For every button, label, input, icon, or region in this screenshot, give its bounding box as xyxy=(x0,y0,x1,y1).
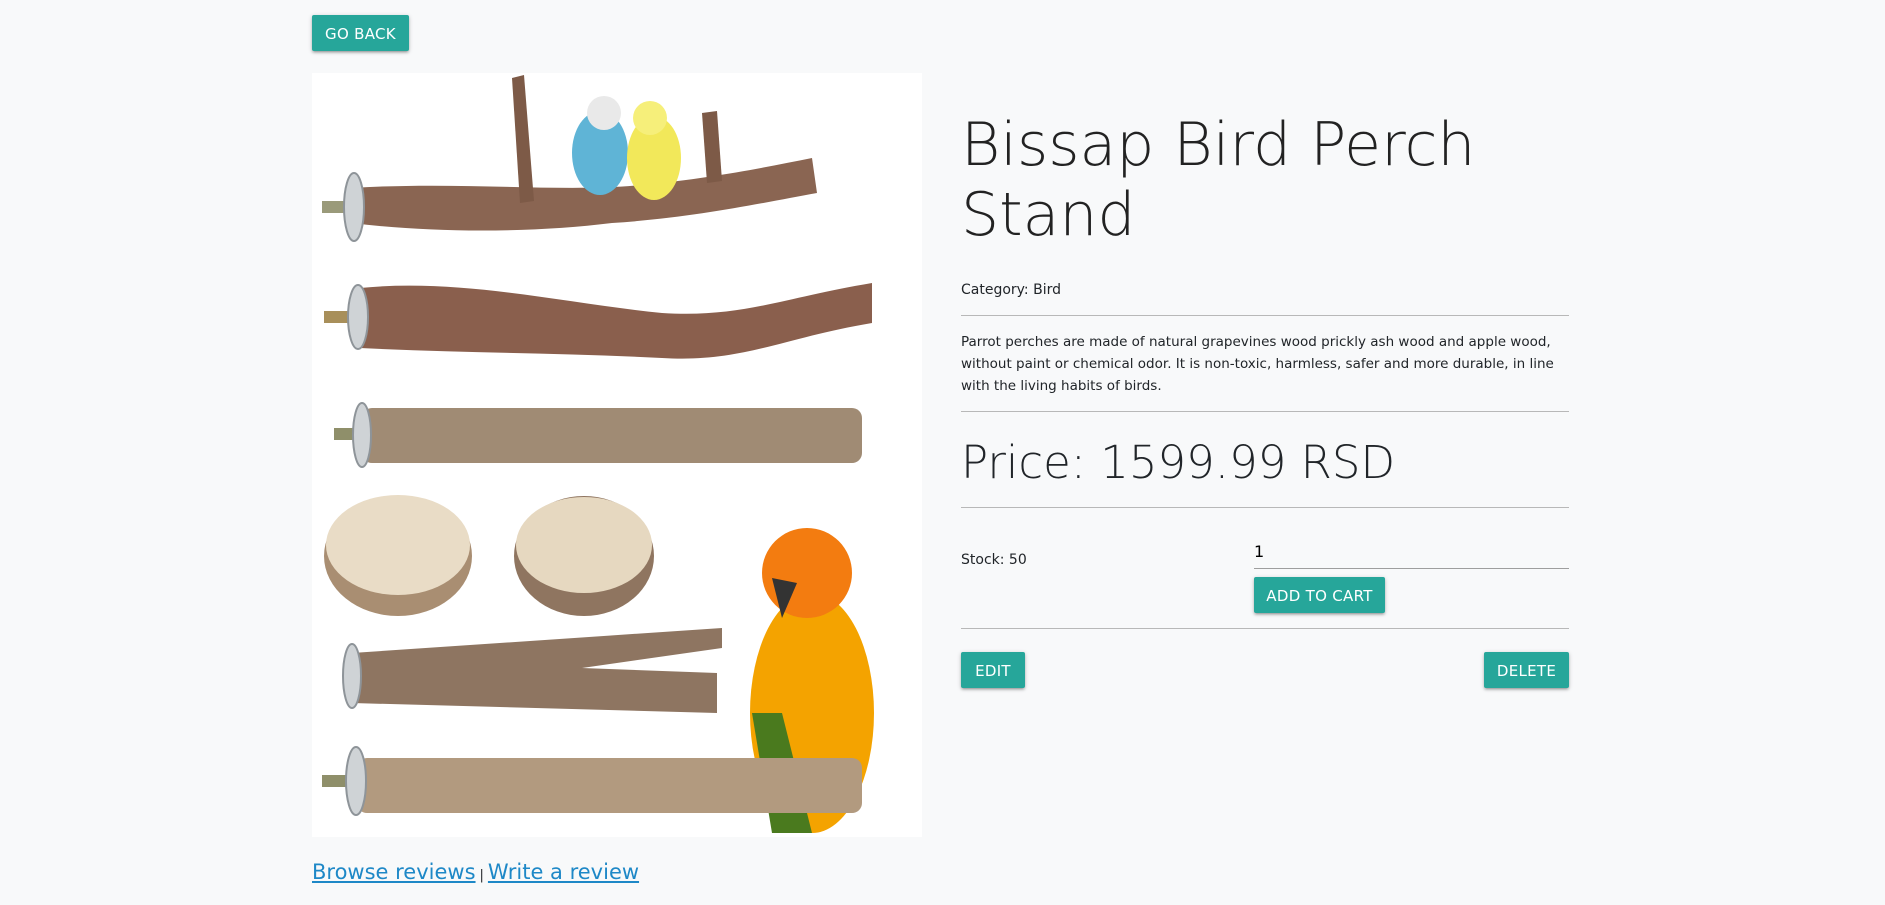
product-description: Parrot perches are made of natural grape… xyxy=(961,334,1554,394)
go-back-button[interactable]: GO BACK xyxy=(312,15,409,51)
divider xyxy=(961,628,1569,629)
divider xyxy=(961,315,1569,316)
browse-reviews-link[interactable]: Browse reviews xyxy=(312,860,476,884)
quantity-input[interactable] xyxy=(1254,534,1569,569)
add-to-cart-button[interactable]: ADD TO CART xyxy=(1254,577,1385,613)
product-price: Price: 1599.99 RSD xyxy=(961,436,1396,489)
product-category: Category: Bird xyxy=(961,282,1061,298)
links-separator: | xyxy=(479,868,484,883)
product-info: Bissap Bird Perch Stand Category: Bird P… xyxy=(961,110,1569,688)
delete-button[interactable]: DELETE xyxy=(1484,652,1569,688)
divider xyxy=(961,411,1569,412)
product-title: Bissap Bird Perch Stand xyxy=(961,110,1476,250)
edit-button[interactable]: EDIT xyxy=(961,652,1025,688)
product-image xyxy=(312,73,922,837)
review-links: Browse reviews | Write a review xyxy=(312,860,639,884)
product-stock: Stock: 50 xyxy=(961,552,1027,568)
divider xyxy=(961,507,1569,508)
write-review-link[interactable]: Write a review xyxy=(488,860,639,884)
